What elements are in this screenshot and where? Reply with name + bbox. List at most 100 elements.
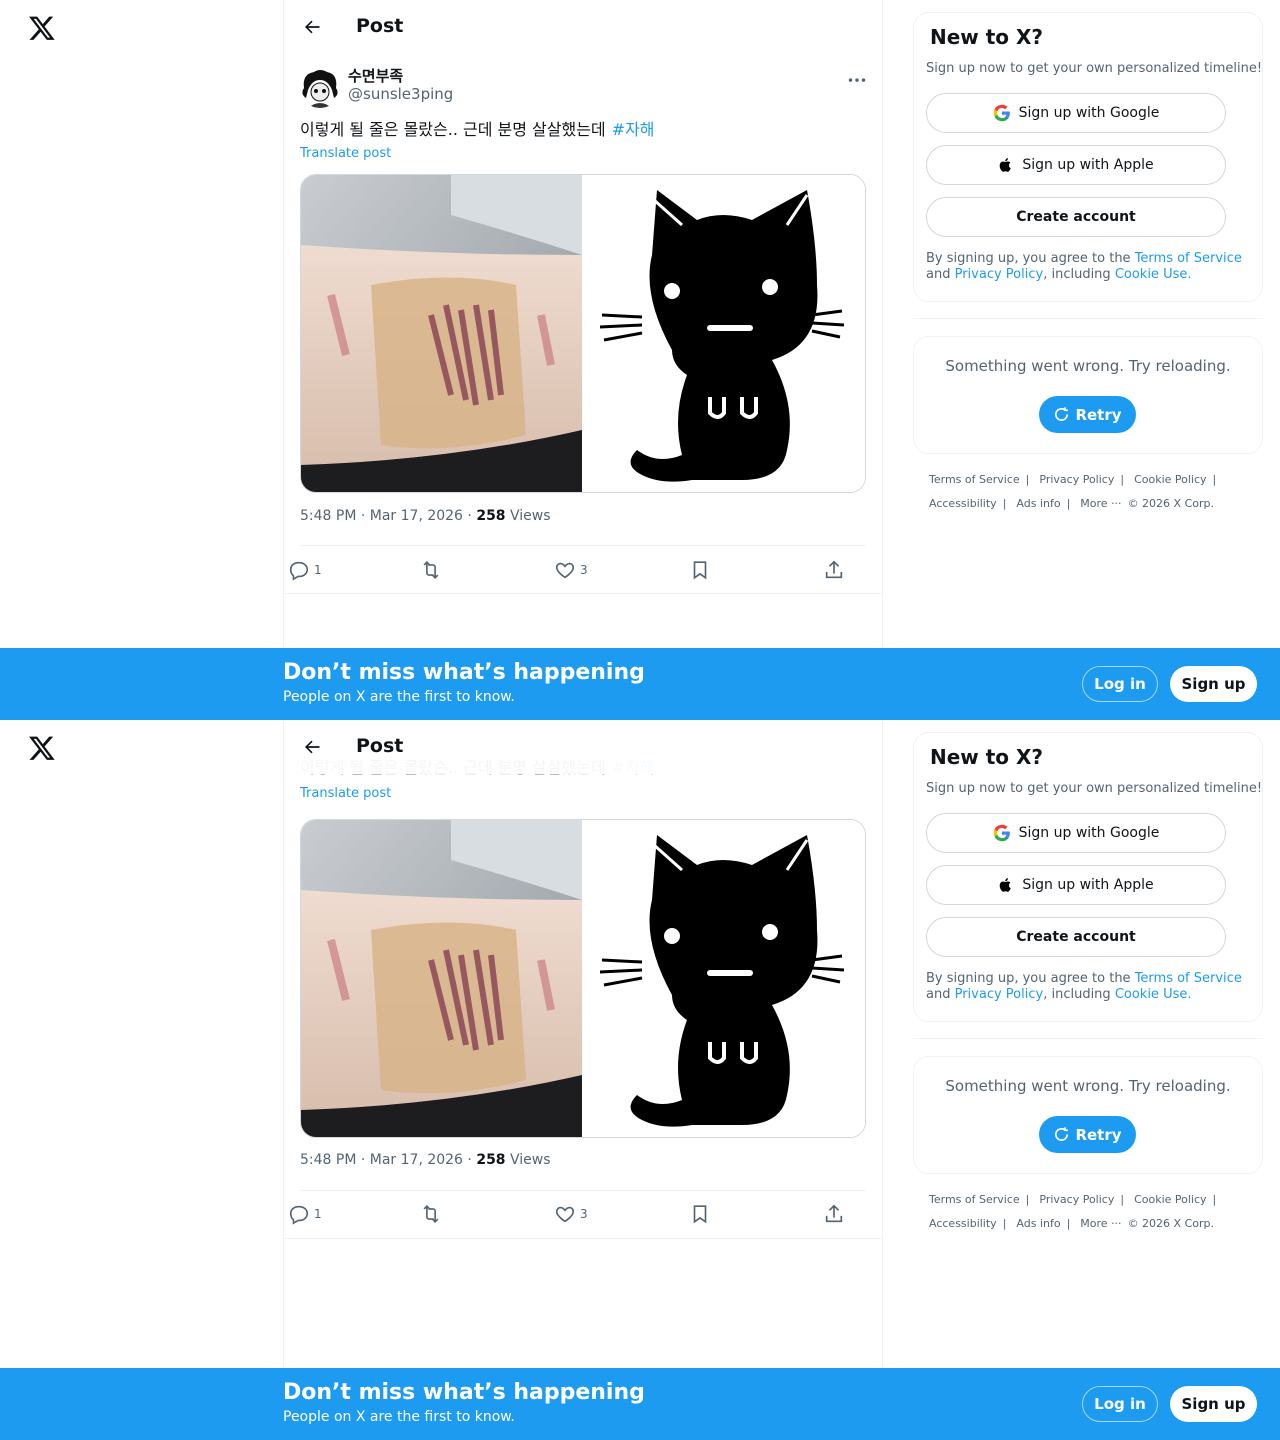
footer-cookie[interactable]: Cookie Policy — [1134, 473, 1206, 486]
privacy-link[interactable]: Privacy Policy — [955, 987, 1044, 1002]
create-account-button[interactable]: Create account — [926, 197, 1226, 237]
divider — [913, 1038, 1263, 1039]
apple-icon — [1000, 158, 1012, 172]
divider — [284, 1238, 882, 1239]
share-button[interactable] — [823, 1202, 845, 1226]
footer-terms[interactable]: Terms of Service — [929, 473, 1020, 486]
black-cat-drawing-icon — [582, 175, 865, 492]
author-name[interactable]: 수면부족 — [348, 65, 403, 86]
terms-link[interactable]: Terms of Service — [1135, 971, 1242, 986]
footer-privacy[interactable]: Privacy Policy — [1039, 473, 1114, 486]
views-label: Views — [505, 508, 551, 524]
retry-label: Retry — [1075, 1125, 1122, 1144]
main-column: Post 수면부족 @sunsle3ping 이렇게 될 줄은 몰랐슨.. 근데… — [283, 0, 883, 720]
signup-card: New to X? Sign up now to get your own pe… — [913, 12, 1263, 302]
main-column: Post 이렇게 될 줄은 몰랐슨.. 근데 분명 살살했는데#자해 Trans… — [283, 720, 883, 1440]
cookie-link[interactable]: Cookie Use. — [1115, 267, 1192, 282]
back-arrow-icon[interactable] — [302, 17, 322, 37]
retry-button[interactable]: Retry — [1039, 1116, 1136, 1153]
apple-signup-button[interactable]: Sign up with Apple — [926, 145, 1226, 185]
apple-signup-label: Sign up with Apple — [1022, 157, 1154, 173]
login-button[interactable]: Log in — [1082, 666, 1158, 702]
google-signup-button[interactable]: Sign up with Google — [926, 93, 1226, 133]
signup-legal-text: By signing up, you agree to the Terms of… — [926, 251, 1252, 283]
media-photo-2[interactable] — [582, 820, 865, 1137]
reply-button[interactable]: 1 — [288, 1202, 322, 1226]
legal-text: , including — [1043, 987, 1115, 1002]
divider — [300, 545, 866, 546]
footer-cookie[interactable]: Cookie Policy — [1134, 1193, 1206, 1206]
media-photo-1[interactable] — [301, 820, 582, 1137]
page-title: Post — [356, 15, 404, 37]
create-account-button[interactable]: Create account — [926, 917, 1226, 957]
signup-title: New to X? — [930, 25, 1044, 49]
hashtag-link[interactable]: #자해 — [612, 120, 655, 139]
like-count: 3 — [580, 1207, 588, 1221]
bookmark-button[interactable] — [689, 558, 711, 582]
apple-icon — [1000, 878, 1012, 892]
signup-card: New to X? Sign up now to get your own pe… — [913, 732, 1263, 1022]
x-logo-icon[interactable] — [28, 14, 56, 42]
like-count: 3 — [580, 563, 588, 577]
views-label: Views — [505, 1152, 551, 1168]
black-cat-drawing-icon — [582, 820, 865, 1137]
legal-text: and — [926, 267, 955, 282]
reply-button[interactable]: 1 — [288, 558, 322, 582]
footer-terms[interactable]: Terms of Service — [929, 1193, 1020, 1206]
repost-button[interactable] — [420, 1202, 446, 1226]
footer-ads[interactable]: Ads info — [1016, 497, 1060, 510]
footer-copyright: © 2026 X Corp. — [1127, 1217, 1214, 1230]
refresh-icon — [1055, 407, 1069, 421]
footer-accessibility[interactable]: Accessibility — [929, 1217, 997, 1230]
post-actions: 1 3 — [289, 558, 866, 582]
post-meta: 5:48 PM · Mar 17, 2026 · 258 Views — [300, 508, 551, 524]
author-handle[interactable]: @sunsle3ping — [348, 85, 453, 103]
legal-text: and — [926, 987, 955, 1002]
signup-banner: Don’t miss what’s happening People on X … — [0, 648, 1280, 720]
photo-arm-icon — [301, 175, 582, 492]
like-button[interactable]: 3 — [554, 1202, 588, 1226]
apple-signup-button[interactable]: Sign up with Apple — [926, 865, 1226, 905]
signup-banner: Don’t miss what’s happening People on X … — [0, 1368, 1280, 1440]
back-arrow-icon[interactable] — [302, 737, 322, 757]
heart-icon — [555, 562, 575, 579]
more-options-icon[interactable] — [844, 66, 870, 92]
footer-ads[interactable]: Ads info — [1016, 1217, 1060, 1230]
media-photo-2[interactable] — [582, 175, 865, 492]
post-timestamp[interactable]: 5:48 PM · Mar 17, 2026 · — [300, 508, 476, 524]
avatar[interactable] — [300, 68, 340, 108]
login-button[interactable]: Log in — [1082, 1386, 1158, 1422]
translate-post-link[interactable]: Translate post — [300, 146, 391, 161]
reply-count: 1 — [314, 1207, 322, 1221]
create-account-label: Create account — [1016, 929, 1136, 945]
translate-post-link[interactable]: Translate post — [300, 786, 391, 801]
google-signup-button[interactable]: Sign up with Google — [926, 813, 1226, 853]
page-title: Post — [356, 735, 404, 757]
footer-accessibility[interactable]: Accessibility — [929, 497, 997, 510]
media-photo-1[interactable] — [301, 175, 582, 492]
share-button[interactable] — [823, 558, 845, 582]
screenshot-frame-2: Post 이렇게 될 줄은 몰랐슨.. 근데 분명 살살했는데#자해 Trans… — [0, 720, 1280, 1440]
signup-button[interactable]: Sign up — [1170, 1386, 1257, 1422]
footer-more[interactable]: More ··· — [1080, 1217, 1121, 1230]
post-timestamp[interactable]: 5:48 PM · Mar 17, 2026 · — [300, 1152, 476, 1168]
post-media[interactable] — [300, 174, 866, 493]
bookmark-button[interactable] — [689, 1202, 711, 1226]
footer-privacy[interactable]: Privacy Policy — [1039, 1193, 1114, 1206]
post-media[interactable] — [300, 819, 866, 1138]
cookie-link[interactable]: Cookie Use. — [1115, 987, 1192, 1002]
privacy-link[interactable]: Privacy Policy — [955, 267, 1044, 282]
bookmark-icon — [693, 561, 707, 580]
repost-button[interactable] — [420, 558, 446, 582]
avatar-image-icon — [300, 68, 340, 108]
like-button[interactable]: 3 — [554, 558, 588, 582]
google-signup-label: Sign up with Google — [1018, 105, 1160, 121]
x-logo-icon[interactable] — [28, 734, 56, 762]
footer-more[interactable]: More ··· — [1080, 497, 1121, 510]
terms-link[interactable]: Terms of Service — [1135, 251, 1242, 266]
google-signup-label: Sign up with Google — [1018, 825, 1160, 841]
retry-button[interactable]: Retry — [1039, 396, 1136, 433]
divider — [300, 1190, 866, 1191]
signup-button[interactable]: Sign up — [1170, 666, 1257, 702]
footer-links: Terms of Service | Privacy Policy | Cookie P… — [929, 473, 1217, 510]
